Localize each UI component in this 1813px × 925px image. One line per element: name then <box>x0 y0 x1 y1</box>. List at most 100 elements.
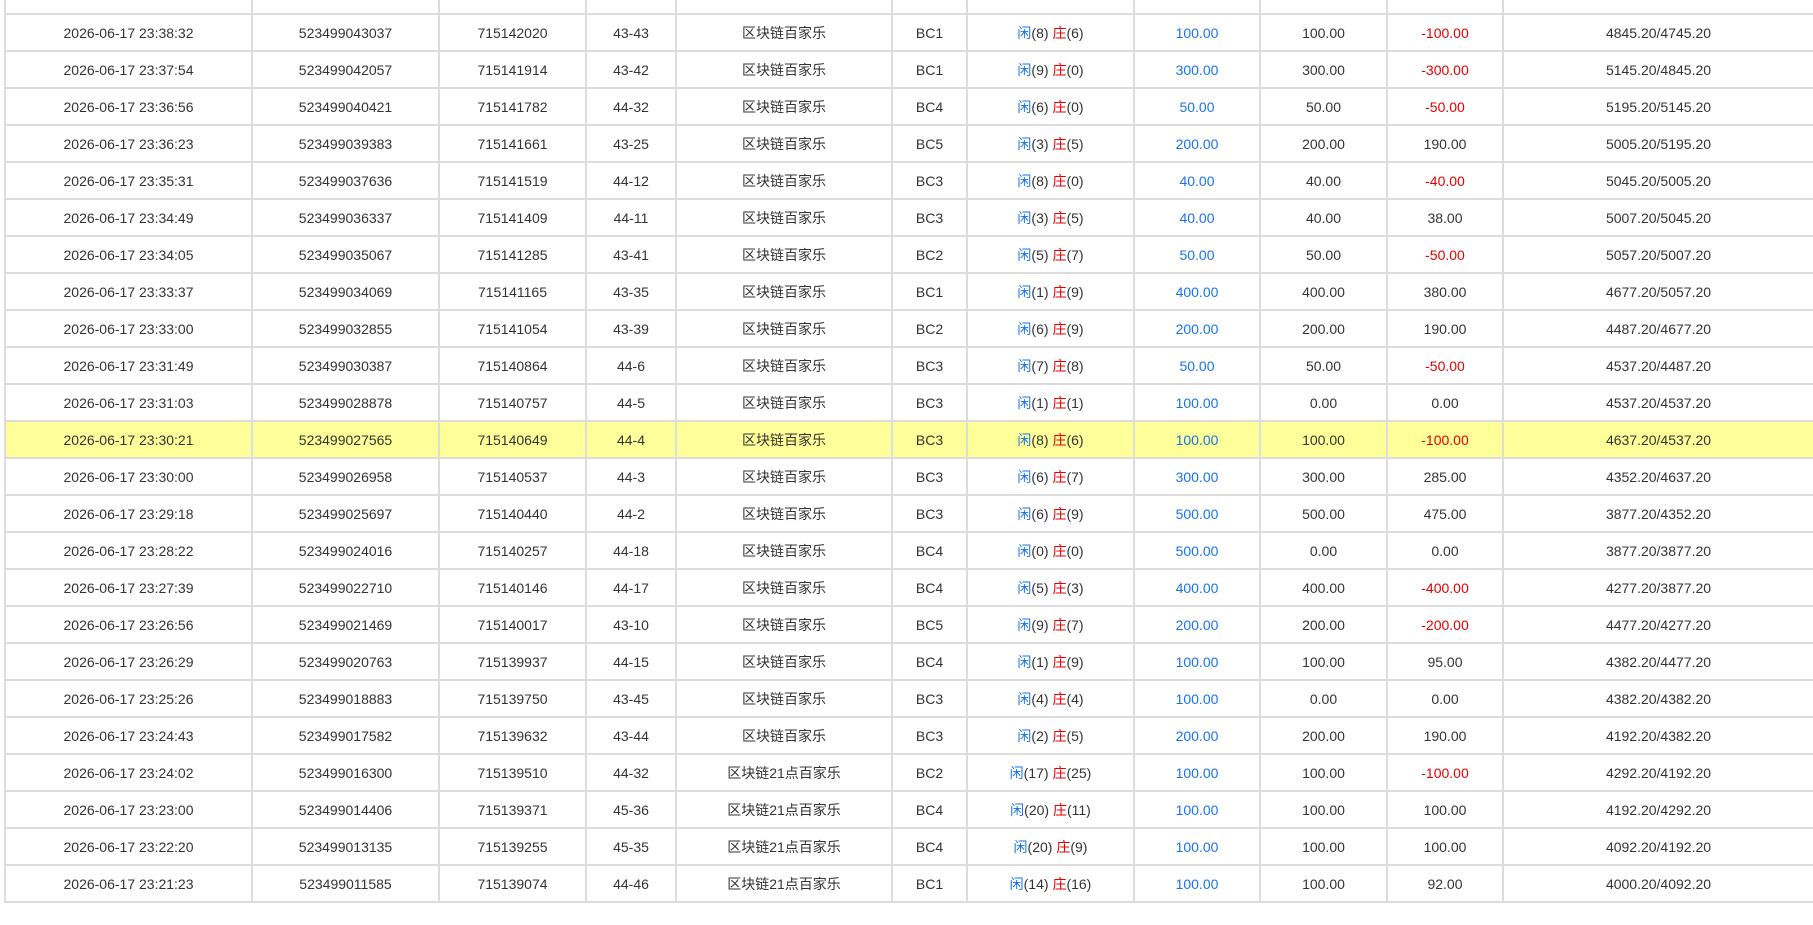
win-loss-cell <box>1386 0 1504 15</box>
bet-time-cell: 2026-06-17 23:31:03 <box>4 383 253 422</box>
banker-label: 庄 <box>1052 172 1067 189</box>
shoe-round-cell: 45-35 <box>585 827 677 866</box>
round-number-cell: 715140757 <box>438 383 587 422</box>
player-points: (17) <box>1023 764 1049 781</box>
table-code-cell: BC3 <box>891 679 968 718</box>
player-label: 闲 <box>1017 357 1032 374</box>
table-row: 2026-06-17 23:34:05 523499035067 715141285… <box>4 235 1813 274</box>
bet-time-cell: 2026-06-17 23:25:26 <box>4 679 253 718</box>
bet-time-cell: 2026-06-17 23:24:43 <box>4 716 253 755</box>
result-cell: 闲(6) 庄(7) <box>966 457 1135 496</box>
table-row: 2026-06-17 23:33:37 523499034069 715141165… <box>4 272 1813 311</box>
banker-label: 庄 <box>1052 283 1067 300</box>
banker-points: (6) <box>1066 431 1084 448</box>
round-number-cell: 715139632 <box>438 716 587 755</box>
table-row: 2026-06-17 23:25:26 523499018883 715139750… <box>4 679 1813 718</box>
balance-cell: 4677.20/5057.20 <box>1502 272 1813 311</box>
result-cell: 闲(17) 庄(25) <box>966 753 1135 792</box>
valid-bet-cell: 0.00 <box>1259 383 1388 422</box>
bet-time-cell: 2026-06-17 23:28:22 <box>4 531 253 570</box>
order-number-cell: 523499042057 <box>251 50 440 89</box>
win-loss-cell: 95.00 <box>1386 642 1504 681</box>
valid-bet-cell: 500.00 <box>1259 494 1388 533</box>
table-body: 2026-06-17 23:38:32 523499043037 715142020… <box>4 0 1813 903</box>
banker-points: (6) <box>1066 24 1084 41</box>
bet-amount-cell: 300.00 <box>1133 50 1261 89</box>
shoe-round-cell: 43-44 <box>585 716 677 755</box>
shoe-round-cell <box>585 0 677 15</box>
shoe-round-cell: 44-15 <box>585 642 677 681</box>
win-loss-cell: 0.00 <box>1386 531 1504 570</box>
player-label: 闲 <box>1017 172 1032 189</box>
game-name-cell: 区块链百家乐 <box>675 124 893 163</box>
banker-label: 庄 <box>1052 394 1067 411</box>
result-cell: 闲(6) 庄(9) <box>966 494 1135 533</box>
player-points: (1) <box>1031 394 1049 411</box>
balance-cell: 4477.20/4277.20 <box>1502 605 1813 644</box>
banker-label: 庄 <box>1052 690 1067 707</box>
valid-bet-cell <box>1259 0 1388 15</box>
order-number-cell: 523499027565 <box>251 420 440 459</box>
valid-bet-cell: 50.00 <box>1259 235 1388 274</box>
game-name-cell: 区块链百家乐 <box>675 235 893 274</box>
bet-amount-cell: 500.00 <box>1133 531 1261 570</box>
shoe-round-cell: 44-32 <box>585 87 677 126</box>
win-loss-cell: -400.00 <box>1386 568 1504 607</box>
result-cell: 闲(20) 庄(9) <box>966 827 1135 866</box>
banker-label: 庄 <box>1052 764 1067 781</box>
bet-time-cell: 2026-06-17 23:34:49 <box>4 198 253 237</box>
win-loss-cell: 190.00 <box>1386 716 1504 755</box>
banker-points: (0) <box>1066 98 1084 115</box>
player-points: (2) <box>1031 727 1049 744</box>
banker-label: 庄 <box>1052 579 1067 596</box>
banker-label: 庄 <box>1052 727 1067 744</box>
table-row: 2026-06-17 23:23:00 523499014406 715139371… <box>4 790 1813 829</box>
banker-label: 庄 <box>1052 431 1067 448</box>
table-row: 2026-06-17 23:34:49 523499036337 715141409… <box>4 198 1813 237</box>
valid-bet-cell: 50.00 <box>1259 346 1388 385</box>
banker-label: 庄 <box>1052 98 1067 115</box>
order-number-cell: 523499039383 <box>251 124 440 163</box>
game-name-cell: 区块链百家乐 <box>675 309 893 348</box>
table-row: 2026-06-17 23:24:02 523499016300 715139510… <box>4 753 1813 792</box>
game-name-cell: 区块链百家乐 <box>675 346 893 385</box>
order-number-cell <box>251 0 440 15</box>
table-code-cell: BC3 <box>891 494 968 533</box>
win-loss-cell: 190.00 <box>1386 124 1504 163</box>
bet-amount-cell: 500.00 <box>1133 494 1261 533</box>
order-number-cell: 523499037636 <box>251 161 440 200</box>
player-points: (6) <box>1031 98 1049 115</box>
round-number-cell: 715139750 <box>438 679 587 718</box>
round-number-cell: 715139074 <box>438 864 587 903</box>
table-row: 2026-06-17 23:29:18 523499025697 715140440… <box>4 494 1813 533</box>
bet-time-cell: 2026-06-17 23:27:39 <box>4 568 253 607</box>
order-number-cell: 523499030387 <box>251 346 440 385</box>
banker-points: (9) <box>1070 838 1088 855</box>
round-number-cell: 715140146 <box>438 568 587 607</box>
balance-cell: 4000.20/4092.20 <box>1502 864 1813 903</box>
round-number-cell <box>438 0 587 15</box>
balance-cell: 5057.20/5007.20 <box>1502 235 1813 274</box>
shoe-round-cell: 44-3 <box>585 457 677 496</box>
banker-label: 庄 <box>1052 61 1067 78</box>
valid-bet-cell: 200.00 <box>1259 124 1388 163</box>
table-code-cell: BC4 <box>891 642 968 681</box>
valid-bet-cell: 200.00 <box>1259 716 1388 755</box>
player-points: (9) <box>1031 616 1049 633</box>
player-label: 闲 <box>1017 61 1032 78</box>
win-loss-cell: 285.00 <box>1386 457 1504 496</box>
banker-label: 庄 <box>1052 24 1067 41</box>
balance-cell: 4192.20/4382.20 <box>1502 716 1813 755</box>
shoe-round-cell: 44-6 <box>585 346 677 385</box>
balance-cell: 4092.20/4192.20 <box>1502 827 1813 866</box>
table-row-highlighted: 2026-06-17 23:30:21 523499027565 715140649… <box>4 420 1813 459</box>
table-code-cell: BC3 <box>891 383 968 422</box>
player-label: 闲 <box>1017 98 1032 115</box>
player-label: 闲 <box>1017 505 1032 522</box>
banker-points: (0) <box>1066 542 1084 559</box>
shoe-round-cell: 44-5 <box>585 383 677 422</box>
valid-bet-cell: 400.00 <box>1259 568 1388 607</box>
result-cell: 闲(20) 庄(11) <box>966 790 1135 829</box>
balance-cell: 4292.20/4192.20 <box>1502 753 1813 792</box>
win-loss-cell: 190.00 <box>1386 309 1504 348</box>
